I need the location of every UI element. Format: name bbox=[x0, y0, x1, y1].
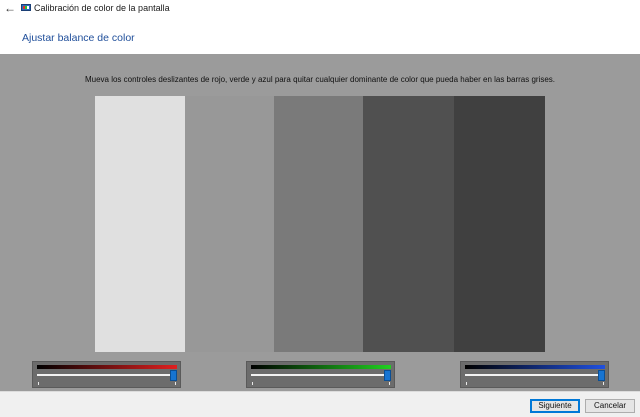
red-slider-tick-max bbox=[175, 382, 176, 385]
blue-slider[interactable] bbox=[460, 361, 609, 388]
gray-bar-2 bbox=[185, 96, 274, 352]
green-slider-tick-max bbox=[389, 382, 390, 385]
green-slider[interactable] bbox=[246, 361, 395, 388]
instructions-text: Mueva los controles deslizantes de rojo,… bbox=[84, 75, 556, 84]
green-slider-track[interactable] bbox=[251, 374, 391, 376]
gray-bar-5 bbox=[454, 96, 545, 352]
red-slider-track[interactable] bbox=[37, 374, 177, 376]
title-bar: ← Calibración de color de la pantalla bbox=[0, 0, 640, 18]
red-gradient bbox=[37, 365, 177, 369]
back-arrow-icon[interactable]: ← bbox=[4, 2, 16, 14]
cancel-button[interactable]: Cancelar bbox=[585, 399, 635, 413]
next-button[interactable]: Siguiente bbox=[530, 399, 580, 413]
blue-slider-thumb[interactable] bbox=[598, 370, 605, 381]
gray-bar-3 bbox=[274, 96, 363, 352]
green-gradient bbox=[251, 365, 391, 369]
page-title: Ajustar balance de color bbox=[22, 32, 135, 44]
footer: Siguiente Cancelar bbox=[0, 391, 640, 417]
red-slider-tick-min bbox=[38, 382, 39, 385]
blue-slider-tick-max bbox=[603, 382, 604, 385]
blue-slider-tick-min bbox=[466, 382, 467, 385]
monitor-color-icon bbox=[21, 4, 31, 11]
window-title: Calibración de color de la pantalla bbox=[34, 3, 170, 13]
red-slider[interactable] bbox=[32, 361, 181, 388]
green-slider-thumb[interactable] bbox=[384, 370, 391, 381]
gray-bar-1 bbox=[95, 96, 185, 352]
gray-bar-4 bbox=[363, 96, 454, 352]
page-header: Ajustar balance de color bbox=[0, 18, 640, 54]
blue-slider-track[interactable] bbox=[465, 374, 605, 376]
gray-bars bbox=[95, 96, 545, 352]
red-slider-thumb[interactable] bbox=[170, 370, 177, 381]
calibration-area: Mueva los controles deslizantes de rojo,… bbox=[0, 54, 640, 391]
blue-gradient bbox=[465, 365, 605, 369]
green-slider-tick-min bbox=[252, 382, 253, 385]
